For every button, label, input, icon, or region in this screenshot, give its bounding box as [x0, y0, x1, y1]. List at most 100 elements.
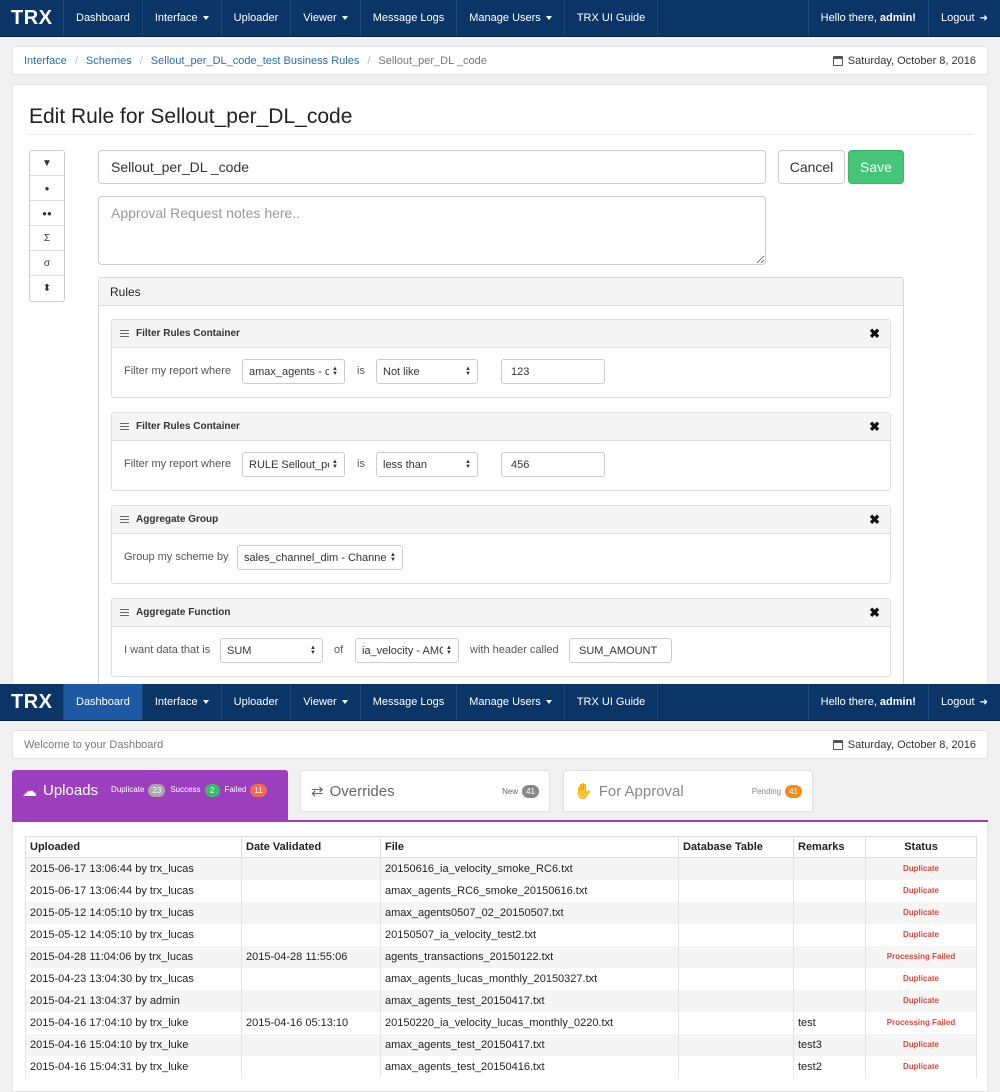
table-cell: 2015-04-16 17:04:10 by trx_luke	[25, 1011, 242, 1034]
filter-value-input[interactable]	[501, 452, 605, 477]
table-cell	[793, 967, 866, 990]
table-row[interactable]: 2015-04-28 11:04:06 by trx_lucas 2015-04-…	[25, 945, 977, 968]
cancel-button[interactable]: Cancel	[778, 150, 845, 184]
close-icon[interactable]: ✖	[869, 512, 880, 528]
select-arrows-icon: ▲ ▼	[390, 551, 396, 563]
table-cell	[678, 1055, 794, 1078]
column-header[interactable]: Date Validated	[241, 836, 381, 858]
table-cell: 2015-06-17 13:06:44 by trx_lucas	[25, 857, 242, 880]
caret-down-icon	[202, 16, 209, 20]
close-icon[interactable]: ✖	[869, 605, 880, 621]
operator-select[interactable]: Not like ▲ ▼	[376, 359, 478, 384]
status-badge: Processing Failed	[865, 1011, 977, 1034]
approval-notes-textarea[interactable]	[98, 196, 766, 265]
nav-viewer-label: Viewer	[303, 12, 337, 24]
column-header[interactable]: File	[380, 836, 679, 858]
table-row[interactable]: 2015-06-17 13:06:44 by trx_lucas amax_age…	[25, 879, 977, 902]
table-cell: 2015-04-16 15:04:31 by trx_luke	[25, 1055, 242, 1078]
nav-ui-guide[interactable]: TRX UI Guide	[565, 684, 659, 720]
filter-icon[interactable]: ▼	[30, 151, 64, 176]
drag-handle-icon[interactable]	[120, 330, 129, 337]
aggregate-field-select[interactable]: ia_velocity - AMOUNT▲▼	[355, 638, 459, 663]
close-icon[interactable]: ✖	[869, 326, 880, 342]
brand-logo[interactable]: TRX	[0, 0, 64, 36]
duplicate-count-badge: 23	[148, 784, 166, 797]
field-select[interactable]: RULE Sellout_per_▲▼	[242, 452, 345, 477]
status-badge: Processing Failed	[865, 945, 977, 968]
nav-uploader[interactable]: Uploader	[222, 684, 292, 720]
filter-value-input[interactable]	[501, 359, 605, 384]
table-cell	[241, 967, 381, 990]
table-row[interactable]: 2015-04-23 13:04:30 by trx_lucas amax_age…	[25, 967, 977, 990]
tags-icon[interactable]: ●●	[30, 201, 64, 226]
nav-dashboard[interactable]: Dashboard	[64, 684, 143, 720]
calendar-icon	[832, 55, 843, 66]
nav-message-logs[interactable]: Message Logs	[361, 684, 458, 720]
drag-handle-icon[interactable]	[120, 423, 129, 430]
column-header[interactable]: Uploaded	[25, 836, 242, 858]
logout-link[interactable]: Logout ➜	[927, 0, 1000, 36]
drag-handle-icon[interactable]	[120, 609, 129, 616]
top-navbar: TRX Dashboard Interface Uploader Viewer …	[0, 0, 1000, 37]
table-cell	[678, 967, 794, 990]
nav-viewer[interactable]: Viewer	[291, 684, 361, 720]
column-header[interactable]: Database Table	[678, 836, 794, 858]
thumbs-up-icon: ✋	[574, 783, 593, 800]
column-header[interactable]: Remarks	[793, 836, 866, 858]
operator-select[interactable]: less than ▲ ▼	[376, 452, 478, 477]
rule-name-input[interactable]	[98, 150, 766, 184]
table-cell: 20150220_ia_velocity_lucas_monthly_0220.…	[380, 1011, 679, 1034]
is-label: is	[357, 365, 365, 377]
field-select[interactable]: amax_agents - cip▲▼	[242, 359, 345, 384]
group-by-select[interactable]: sales_channel_dim - Channel_ID▲▼	[237, 545, 403, 570]
brand-logo[interactable]: TRX	[0, 684, 64, 720]
sigma-icon[interactable]: Σ	[30, 226, 64, 251]
breadcrumb-interface[interactable]: Interface	[24, 55, 67, 67]
tab-for-approval[interactable]: ✋ For Approval Pending 41	[563, 770, 813, 812]
close-icon[interactable]: ✖	[869, 419, 880, 435]
table-cell	[678, 1011, 794, 1034]
breadcrumb-schemes[interactable]: Schemes	[86, 55, 132, 67]
nav-interface-label: Interface	[154, 12, 198, 24]
sort-icon[interactable]: ⬍	[30, 276, 64, 301]
tab-overrides[interactable]: ⇄ Overrides New 41	[300, 770, 550, 812]
table-cell	[678, 923, 794, 946]
filter-rule-container: Filter Rules Container ✖ Filter my repor…	[111, 319, 891, 398]
tag-icon[interactable]: ●	[30, 176, 64, 201]
function-select[interactable]: SUM ▲ ▼	[220, 638, 323, 663]
save-button[interactable]: Save	[848, 150, 904, 184]
table-row[interactable]: 2015-04-16 15:04:31 by trx_luke amax_agen…	[25, 1055, 977, 1078]
nav-message-logs[interactable]: Message Logs	[361, 0, 458, 36]
nav-viewer[interactable]: Viewer	[291, 0, 361, 36]
drag-handle-icon[interactable]	[120, 516, 129, 523]
nav-manage-users-label: Manage Users	[469, 12, 541, 24]
nav-ui-guide[interactable]: TRX UI Guide	[565, 0, 659, 36]
table-row[interactable]: 2015-05-12 14:05:10 by trx_lucas amax_age…	[25, 901, 977, 924]
header-name-input[interactable]	[569, 638, 672, 663]
user-greeting: Hello there, admin!	[807, 0, 928, 36]
duplicate-label: Duplicate	[111, 785, 145, 794]
status-badge: Duplicate	[865, 1055, 977, 1078]
rule-heading: Filter Rules Container	[136, 328, 240, 339]
table-row[interactable]: 2015-06-17 13:06:44 by trx_lucas 20150616…	[25, 857, 977, 880]
rules-panel: Rules Filter Rules Container ✖ Filter my…	[98, 277, 904, 684]
logout-link[interactable]: Logout ➜	[927, 684, 1000, 720]
table-row[interactable]: 2015-04-16 17:04:10 by trx_luke 2015-04-1…	[25, 1011, 977, 1034]
nav-interface[interactable]: Interface	[143, 684, 222, 720]
nav-dashboard[interactable]: Dashboard	[64, 0, 143, 36]
nav-manage-users[interactable]: Manage Users	[457, 684, 565, 720]
sigma-lowercase-icon[interactable]: σ	[30, 251, 64, 276]
nav-manage-users[interactable]: Manage Users	[457, 0, 565, 36]
breadcrumb-business-rules[interactable]: Sellout_per_DL_code_test Business Rules	[151, 55, 360, 67]
table-row[interactable]: 2015-04-16 15:04:10 by trx_luke amax_agen…	[25, 1033, 977, 1056]
nav-uploader[interactable]: Uploader	[222, 0, 292, 36]
nav-interface[interactable]: Interface	[143, 0, 222, 36]
username: admin!	[879, 12, 916, 24]
table-row[interactable]: 2015-05-12 14:05:10 by trx_lucas 20150507…	[25, 923, 977, 946]
tab-uploads[interactable]: ☁ Uploads Duplicate 23 Success 2 Failed …	[12, 770, 288, 821]
rule-heading: Aggregate Function	[136, 607, 231, 618]
column-header[interactable]: Status	[865, 836, 977, 858]
table-row[interactable]: 2015-04-21 13:04:37 by admin amax_agents_…	[25, 989, 977, 1012]
aggregate-field-select-value: ia_velocity - AMOUNT	[362, 644, 443, 657]
table-cell: 2015-04-21 13:04:37 by admin	[25, 989, 242, 1012]
